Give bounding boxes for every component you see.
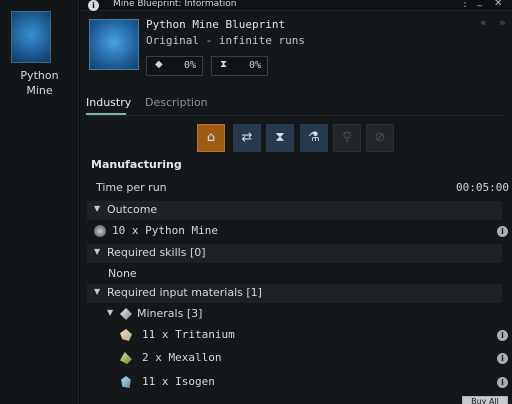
nav-back-icon[interactable]: «: [480, 16, 487, 29]
gem-icon: ◆: [155, 59, 163, 70]
minimize-icon[interactable]: _: [477, 0, 482, 7]
tab-industry[interactable]: Industry: [86, 96, 131, 109]
minerals-group-row[interactable]: ▼ Minerals [3]: [87, 305, 502, 325]
reaction-icon: ⊘: [374, 130, 386, 145]
outcome-label: Outcome: [107, 203, 158, 216]
outcome-group-header[interactable]: ▼ Outcome: [87, 201, 502, 220]
mineral-row[interactable]: 11 x Isogen i: [87, 373, 508, 393]
mineral-row[interactable]: 11 x Tritanium i: [87, 326, 508, 346]
minerals-icon: [120, 308, 132, 320]
python-mine-icon[interactable]: [11, 11, 51, 63]
skills-none-row: None: [87, 265, 502, 285]
left-item-label[interactable]: Python Mine: [0, 68, 79, 98]
mexallon-icon: [120, 352, 132, 364]
blueprint-subtitle: Original - infinite runs: [146, 34, 305, 47]
time-per-run-label: Time per run: [96, 181, 167, 194]
material-efficiency-stat: ◆ 0%: [146, 56, 203, 76]
time-efficiency-icon: ⧗: [275, 130, 285, 145]
tab-description[interactable]: Description: [145, 96, 208, 109]
buy-all-button[interactable]: Buy All: [462, 396, 508, 404]
copying-button[interactable]: ⇄: [233, 124, 261, 152]
info-window: i Mine Blueprint: Information ⋮ _ ✕ Pyth…: [80, 0, 512, 404]
flask-icon: ⚗: [308, 130, 320, 145]
menu-icon[interactable]: ⋮: [460, 0, 470, 9]
material-efficiency-value: 0%: [183, 60, 196, 71]
minerals-label: Minerals [3]: [137, 307, 203, 320]
time-efficiency-stat: ⧗ 0%: [211, 56, 268, 76]
window-titlebar[interactable]: i Mine Blueprint: Information ⋮ _ ✕: [80, 0, 512, 11]
reactions-button[interactable]: ⊘: [366, 124, 394, 152]
chevron-down-icon: ▼: [107, 308, 114, 317]
info-icon[interactable]: i: [497, 226, 508, 237]
blueprint-icon: [89, 19, 139, 70]
manufacturing-button[interactable]: ⌂: [197, 124, 225, 152]
outcome-item: 10 x Python Mine: [112, 224, 218, 237]
mineral-text: 2 x Mexallon: [142, 351, 222, 364]
nav-forward-icon[interactable]: »: [499, 16, 506, 29]
section-title: Manufacturing: [91, 158, 182, 171]
isogen-icon: [121, 376, 131, 388]
time-efficiency-value: 0%: [248, 60, 261, 71]
factory-icon: ⌂: [206, 130, 216, 145]
mineral-text: 11 x Tritanium: [142, 328, 235, 341]
microscope-icon: ⚲: [342, 130, 352, 145]
info-icon[interactable]: i: [497, 330, 508, 341]
outcome-row[interactable]: 10 x Python Mine i: [87, 222, 508, 242]
close-icon[interactable]: ✕: [494, 0, 502, 9]
skills-none: None: [108, 267, 137, 280]
chevron-down-icon: ▼: [94, 287, 101, 296]
tab-divider: [86, 115, 502, 116]
skills-label: Required skills [0]: [107, 246, 206, 259]
chevron-down-icon: ▼: [94, 247, 101, 256]
invention-button[interactable]: ⚲: [333, 124, 361, 152]
left-panel: Python Mine: [0, 0, 79, 404]
time-per-run-value: 00:05:00: [456, 181, 509, 194]
blueprint-name: Python Mine Blueprint: [146, 18, 286, 31]
python-mine-icon: [94, 225, 106, 237]
skills-group-header[interactable]: ▼ Required skills [0]: [87, 244, 502, 263]
mineral-text: 11 x Isogen: [142, 375, 215, 388]
window-title: Mine Blueprint: Information: [113, 0, 237, 9]
chevron-down-icon: ▼: [94, 204, 101, 213]
info-icon: i: [88, 0, 99, 11]
copy-icon: ⇄: [241, 130, 253, 145]
materials-group-header[interactable]: ▼ Required input materials [1]: [87, 284, 502, 303]
tritanium-icon: [120, 329, 132, 341]
info-icon[interactable]: i: [497, 353, 508, 364]
material-efficiency-button[interactable]: ⚗: [300, 124, 328, 152]
mineral-row[interactable]: 2 x Mexallon i: [87, 349, 508, 369]
info-icon[interactable]: i: [497, 377, 508, 388]
materials-label: Required input materials [1]: [107, 286, 262, 299]
time-efficiency-button[interactable]: ⧗: [266, 124, 294, 152]
hourglass-icon: ⧗: [220, 59, 228, 70]
